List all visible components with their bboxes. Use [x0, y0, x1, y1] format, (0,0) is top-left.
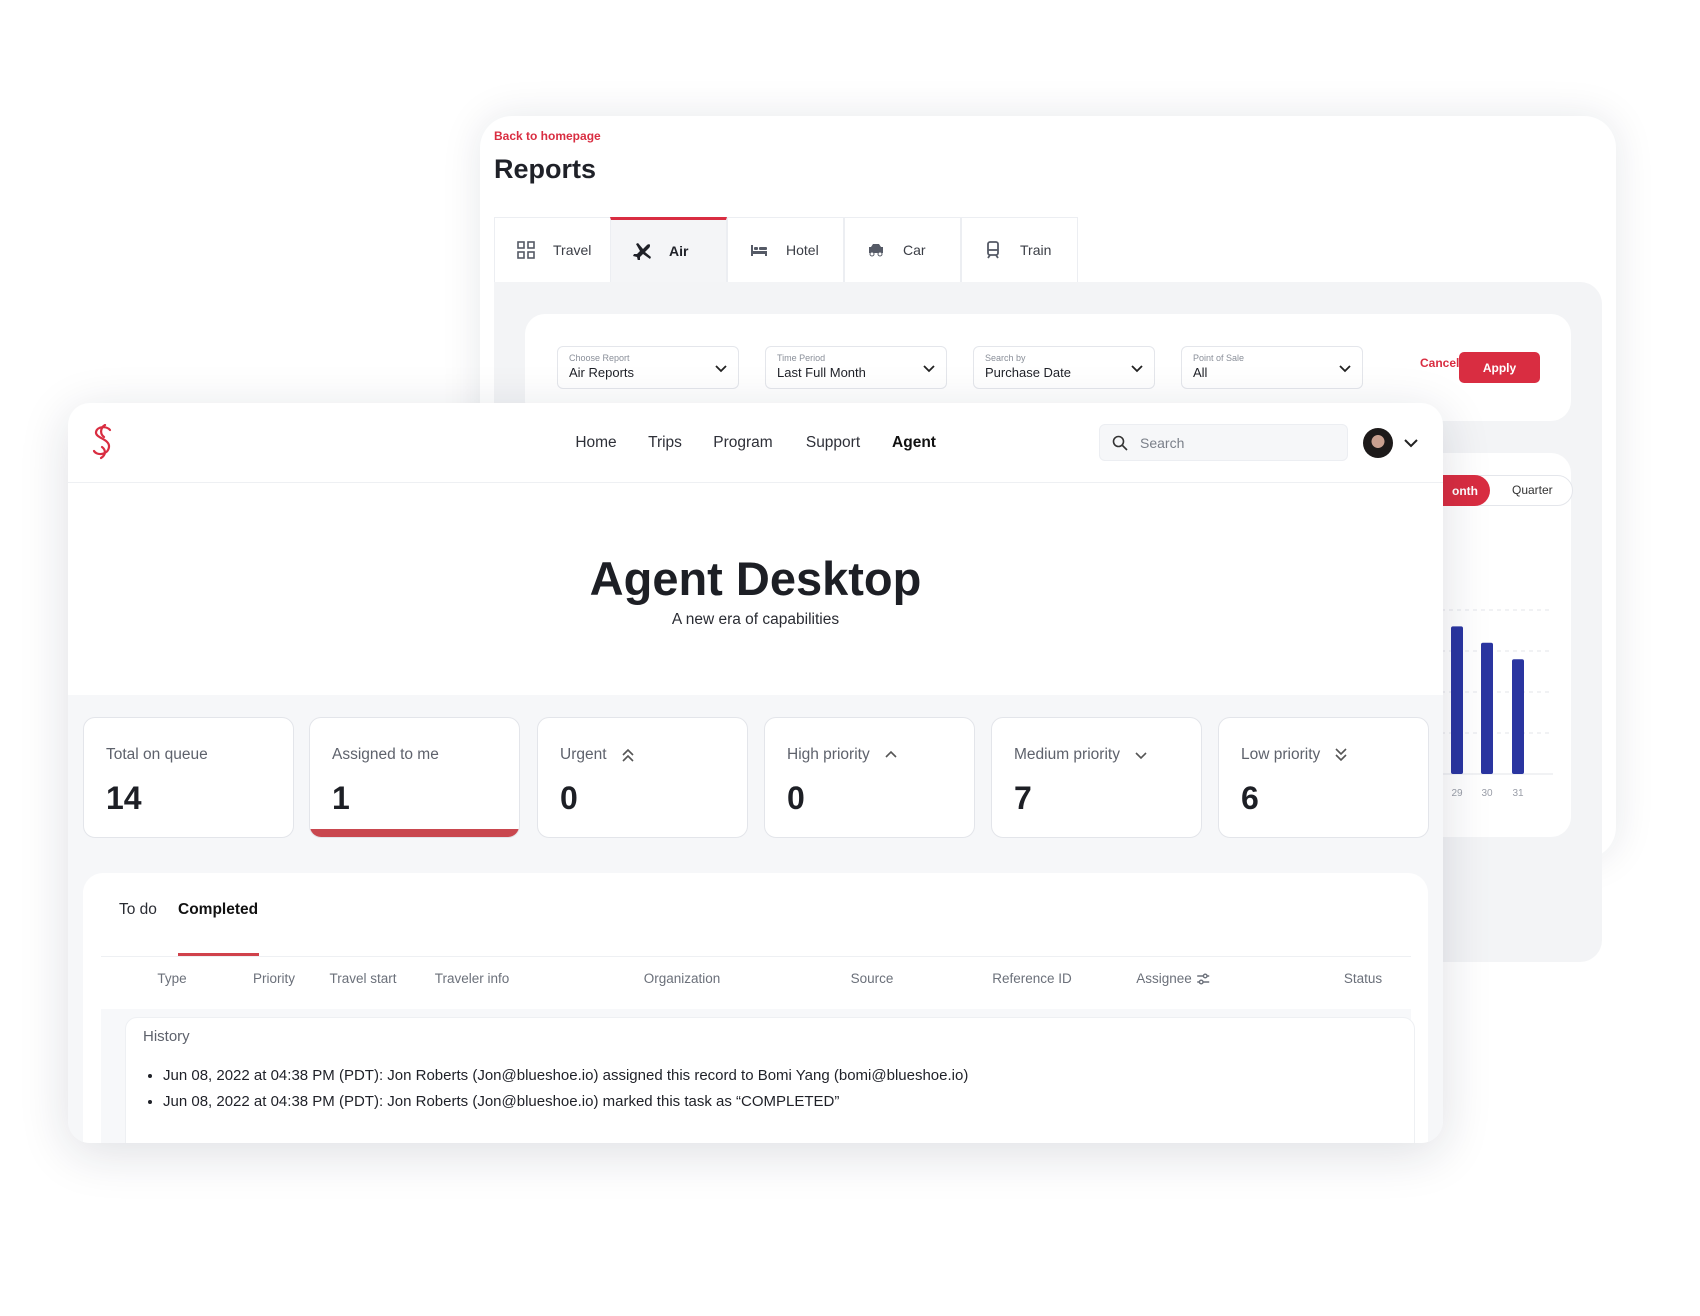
card-value: 7 [1014, 780, 1032, 816]
search-icon [1112, 435, 1128, 451]
plane-icon [633, 243, 651, 260]
grid-icon [517, 241, 535, 259]
tab-label: Air [669, 243, 689, 259]
search-placeholder: Search [1140, 434, 1185, 451]
dropdown-label: Point of Sale [1193, 353, 1245, 363]
card-medium-priority[interactable]: Medium priority 7 [991, 717, 1202, 838]
x-tick-label: 30 [1481, 788, 1493, 799]
chevron-down-icon [923, 365, 935, 373]
card-value: 6 [1241, 780, 1259, 816]
card-total-on-queue[interactable]: Total on queue 14 [83, 717, 294, 838]
column-label: Assignee [1136, 971, 1192, 986]
card-label: Low priority [1241, 746, 1321, 763]
car-icon [869, 244, 883, 257]
column-header-assignee[interactable]: Assignee [1136, 971, 1210, 986]
tab-travel[interactable]: Travel [494, 217, 611, 282]
dropdown-value: All [1193, 365, 1208, 380]
page-title: Reports [494, 154, 597, 184]
column-header-traveler-info[interactable]: Traveler info [435, 971, 510, 986]
dropdown-value: Last Full Month [777, 365, 866, 380]
column-header-organization[interactable]: Organization [644, 971, 721, 986]
tab-label: Train [1020, 242, 1052, 258]
dropdown-label: Choose Report [569, 353, 630, 363]
time-period-dropdown[interactable]: Time Period Last Full Month [765, 346, 947, 389]
task-table-card: To do Completed Type Priority Travel sta… [83, 873, 1428, 1143]
nav-program[interactable]: Program [713, 434, 772, 452]
card-urgent[interactable]: Urgent 0 [537, 717, 748, 838]
avatar[interactable] [1363, 428, 1393, 458]
tab-label: Car [903, 242, 926, 258]
card-value: 1 [332, 780, 350, 816]
cancel-button[interactable]: Cancel [1420, 356, 1459, 370]
back-to-homepage-link[interactable]: Back to homepage [494, 129, 601, 143]
x-tick-label: 29 [1451, 788, 1463, 799]
chevron-down-icon [715, 365, 727, 373]
card-label: Medium priority [1014, 746, 1120, 763]
divider [101, 956, 1411, 957]
s-logo-icon [92, 424, 112, 460]
dropdown-value: Air Reports [569, 365, 635, 380]
nav-support[interactable]: Support [806, 434, 860, 452]
card-assigned-to-me[interactable]: Assigned to me 1 [309, 717, 520, 838]
tab-todo[interactable]: To do [119, 901, 157, 919]
point-of-sale-dropdown[interactable]: Point of Sale All [1181, 346, 1363, 389]
sort-filter-icon[interactable] [1196, 973, 1210, 985]
tab-label: Travel [553, 242, 592, 258]
card-value: 0 [560, 780, 578, 816]
chevron-up-icon [885, 750, 897, 758]
card-high-priority[interactable]: High priority 0 [764, 717, 975, 838]
nav-trips[interactable]: Trips [648, 434, 682, 452]
card-label: Total on queue [106, 746, 208, 763]
card-low-priority[interactable]: Low priority 6 [1218, 717, 1429, 838]
header-divider [68, 482, 1443, 483]
column-header-travel-start[interactable]: Travel start [329, 971, 396, 986]
page-title: Agent Desktop [589, 552, 922, 605]
bar-30[interactable] [1481, 642, 1493, 774]
chevron-down-icon [1131, 365, 1143, 373]
history-panel: History Jun 08, 2022 at 04:38 PM (PDT): … [125, 1017, 1415, 1143]
nav-agent[interactable]: Agent [892, 434, 936, 452]
selected-indicator [310, 829, 519, 837]
column-header-status[interactable]: Status [1344, 971, 1382, 986]
double-chevron-up-icon [621, 748, 634, 762]
nav-home[interactable]: Home [575, 434, 616, 452]
tab-air[interactable]: Air [610, 217, 727, 282]
x-tick-label: 31 [1512, 788, 1524, 799]
column-header-source[interactable]: Source [851, 971, 894, 986]
chevron-down-icon [1339, 365, 1351, 373]
tab-car[interactable]: Car [844, 217, 961, 282]
history-item: Jun 08, 2022 at 04:38 PM (PDT): Jon Robe… [163, 1093, 968, 1110]
card-label: High priority [787, 746, 870, 763]
history-item: Jun 08, 2022 at 04:38 PM (PDT): Jon Robe… [163, 1067, 968, 1084]
search-input[interactable]: Search [1099, 424, 1348, 461]
search-by-dropdown[interactable]: Search by Purchase Date [973, 346, 1155, 389]
history-title: History [143, 1028, 190, 1045]
choose-report-dropdown[interactable]: Choose Report Air Reports [557, 346, 739, 389]
apply-button[interactable]: Apply [1459, 352, 1540, 383]
dropdown-value: Purchase Date [985, 365, 1071, 380]
tab-completed[interactable]: Completed [178, 901, 258, 919]
card-label: Assigned to me [332, 746, 439, 763]
history-list: Jun 08, 2022 at 04:38 PM (PDT): Jon Robe… [163, 1067, 968, 1119]
bed-icon [751, 245, 767, 256]
page-subtitle: A new era of capabilities [671, 611, 840, 628]
card-value: 0 [787, 780, 805, 816]
bar-31[interactable] [1512, 659, 1524, 774]
bar-29[interactable] [1451, 626, 1463, 774]
tab-hotel[interactable]: Hotel [727, 217, 844, 282]
agent-desktop-window: Home Trips Program Support Agent Search … [68, 403, 1443, 1143]
chevron-down-icon[interactable] [1403, 436, 1419, 450]
tab-train[interactable]: Train [961, 217, 1078, 282]
column-header-reference-id[interactable]: Reference ID [992, 971, 1072, 986]
column-header-priority[interactable]: Priority [253, 971, 295, 986]
train-icon [987, 241, 999, 259]
chevron-down-icon [1135, 752, 1147, 760]
double-chevron-down-icon [1335, 748, 1347, 762]
column-header-type[interactable]: Type [157, 971, 186, 986]
card-value: 14 [106, 780, 142, 816]
tab-label: Hotel [786, 242, 819, 258]
card-label: Urgent [560, 746, 607, 763]
dropdown-label: Search by [985, 353, 1026, 363]
dropdown-label: Time Period [777, 353, 826, 363]
